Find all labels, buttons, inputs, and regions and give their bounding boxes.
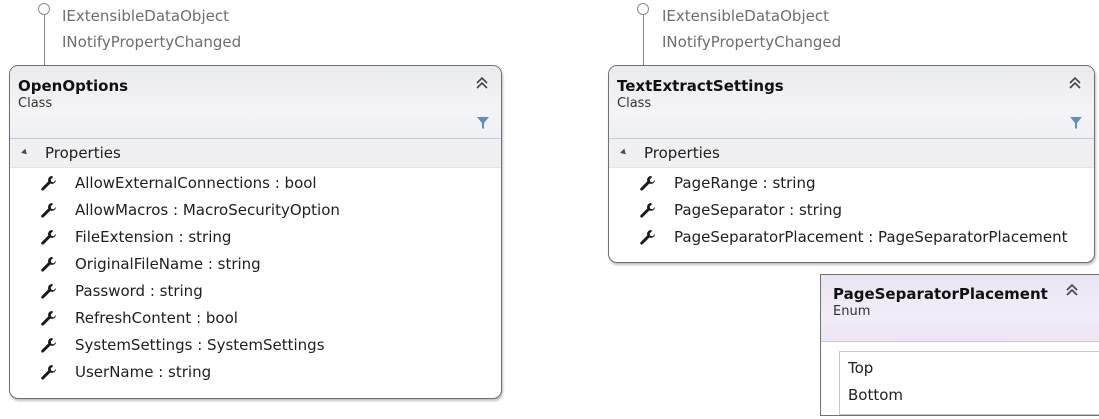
enum-kind: Enum xyxy=(833,304,871,319)
property-text: PageSeparator : string xyxy=(674,201,843,219)
property-item[interactable]: AllowExternalConnections : bool xyxy=(10,170,501,197)
interface-circle-icon xyxy=(637,3,649,15)
interface-connector xyxy=(44,15,45,65)
property-text: AllowMacros : MacroSecurityOption xyxy=(75,201,340,219)
class-title: TextExtractSettings xyxy=(617,77,784,95)
property-item[interactable]: FileExtension : string xyxy=(10,224,501,251)
property-text: UserName : string xyxy=(75,363,212,381)
wrench-icon xyxy=(41,176,56,191)
enum-header: PageSeparatorPlacement Enum xyxy=(821,275,1099,342)
class-header: OpenOptions Class xyxy=(10,66,501,139)
wrench-icon xyxy=(41,257,56,272)
property-text: SystemSettings : SystemSettings xyxy=(75,336,325,354)
enum-shape-page-separator-placement[interactable]: PageSeparatorPlacement Enum Top Bottom xyxy=(820,274,1099,416)
collapse-chevron-icon[interactable] xyxy=(475,76,489,90)
property-text: PageSeparatorPlacement : PageSeparatorPl… xyxy=(674,228,1068,246)
class-title: OpenOptions xyxy=(18,77,129,95)
interface-name: INotifyPropertyChanged xyxy=(62,33,242,51)
wrench-icon xyxy=(41,203,56,218)
properties-section[interactable]: Properties xyxy=(10,139,501,168)
property-item[interactable]: RefreshContent : bool xyxy=(10,305,501,332)
property-text: RefreshContent : bool xyxy=(75,309,238,327)
section-label: Properties xyxy=(45,144,121,162)
property-text: OriginalFileName : string xyxy=(75,255,261,273)
wrench-icon xyxy=(640,230,655,245)
property-item[interactable]: PageRange : string xyxy=(609,170,1094,197)
interface-connector xyxy=(643,15,644,65)
property-text: Password : string xyxy=(75,282,203,300)
wrench-icon xyxy=(41,230,56,245)
enum-value-list: Top Bottom xyxy=(839,351,1099,415)
collapse-chevron-icon[interactable] xyxy=(1068,76,1082,90)
member-list: AllowExternalConnections : bool AllowMac… xyxy=(10,168,501,386)
wrench-icon xyxy=(41,284,56,299)
interface-circle-icon xyxy=(38,3,50,15)
class-shape-text-extract-settings[interactable]: TextExtractSettings Class Properties Pag… xyxy=(608,65,1095,263)
interface-name: INotifyPropertyChanged xyxy=(662,33,842,51)
wrench-icon xyxy=(41,365,56,380)
enum-value[interactable]: Top xyxy=(840,355,1099,382)
interface-name: IExtensibleDataObject xyxy=(62,7,229,25)
section-label: Properties xyxy=(644,144,720,162)
wrench-icon xyxy=(41,338,56,353)
expand-triangle-icon[interactable] xyxy=(21,148,29,157)
property-text: PageRange : string xyxy=(674,174,816,192)
class-header: TextExtractSettings Class xyxy=(609,66,1094,139)
interface-name: IExtensibleDataObject xyxy=(662,7,829,25)
wrench-icon xyxy=(640,176,655,191)
wrench-icon xyxy=(41,311,56,326)
class-shape-open-options[interactable]: OpenOptions Class Properties AllowExtern… xyxy=(9,65,502,399)
property-item[interactable]: Password : string xyxy=(10,278,501,305)
property-text: AllowExternalConnections : bool xyxy=(75,174,317,192)
properties-section[interactable]: Properties xyxy=(609,139,1094,168)
expand-triangle-icon[interactable] xyxy=(620,148,628,157)
filter-icon[interactable] xyxy=(477,117,489,129)
member-list: PageRange : string PageSeparator : strin… xyxy=(609,168,1094,251)
class-kind: Class xyxy=(18,96,53,111)
property-item[interactable]: UserName : string xyxy=(10,359,501,386)
property-text: FileExtension : string xyxy=(75,228,232,246)
property-item[interactable]: PageSeparator : string xyxy=(609,197,1094,224)
wrench-icon xyxy=(640,203,655,218)
property-item[interactable]: OriginalFileName : string xyxy=(10,251,501,278)
enum-value[interactable]: Bottom xyxy=(840,382,1099,409)
filter-icon[interactable] xyxy=(1070,117,1082,129)
property-item[interactable]: SystemSettings : SystemSettings xyxy=(10,332,501,359)
collapse-chevron-icon[interactable] xyxy=(1065,283,1079,297)
class-kind: Class xyxy=(617,96,652,111)
property-item[interactable]: AllowMacros : MacroSecurityOption xyxy=(10,197,501,224)
enum-title: PageSeparatorPlacement xyxy=(833,285,1048,303)
property-item[interactable]: PageSeparatorPlacement : PageSeparatorPl… xyxy=(609,224,1094,251)
